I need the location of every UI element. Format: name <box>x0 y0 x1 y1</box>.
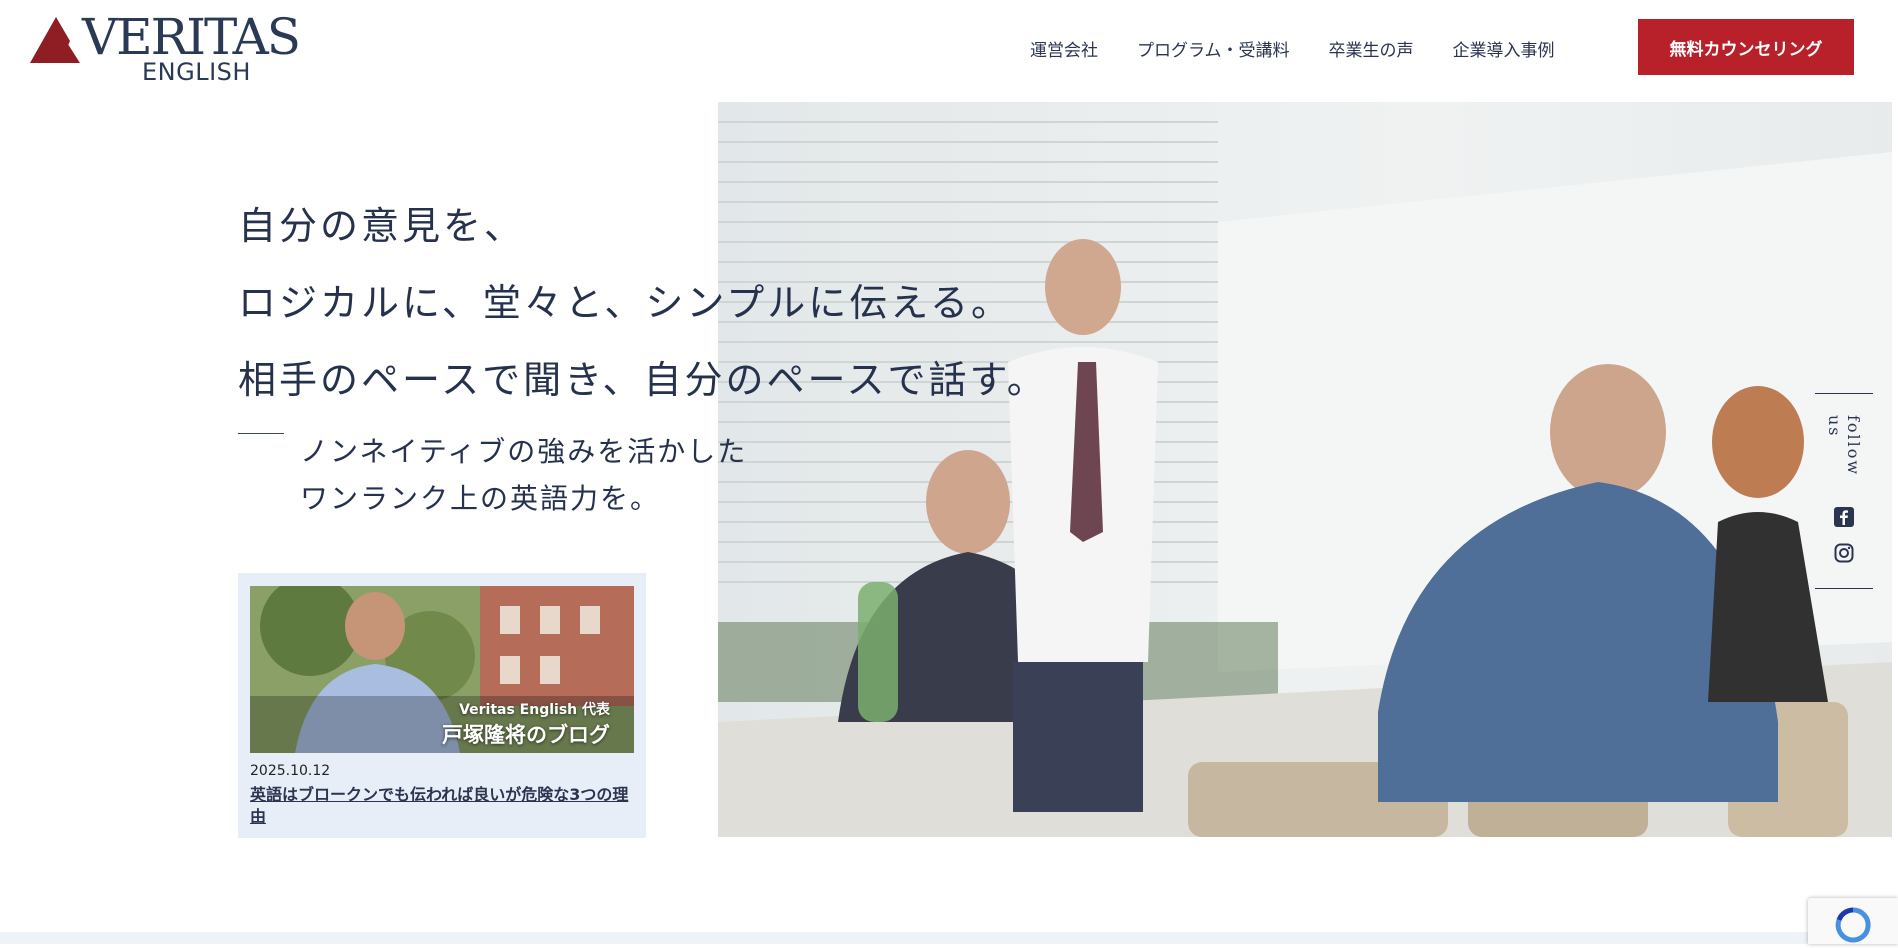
recaptcha-badge[interactable] <box>1808 898 1898 944</box>
nav-program-fees[interactable]: プログラム・受講料 <box>1137 36 1290 61</box>
nav-testimonials[interactable]: 卒業生の声 <box>1329 36 1414 61</box>
veritas-english-logo[interactable]: VERITAS ENGLISH <box>30 8 301 88</box>
nav-company[interactable]: 運営会社 <box>1030 36 1098 61</box>
free-counseling-button[interactable]: 無料カウンセリング <box>1638 19 1854 75</box>
follow-top-rule <box>1815 393 1873 394</box>
follow-us-panel: follow us <box>1815 393 1873 589</box>
logo-wordmark: VERITAS <box>82 8 301 66</box>
blog-card[interactable]: Veritas English 代表 戸塚隆将のブログ 2025.10.12 英… <box>238 573 646 838</box>
hero-headline: 自分の意見を、 ロジカルに、堂々と、シンプルに伝える。 相手のペースで聞き、自分… <box>238 188 1048 419</box>
blog-caption-author-title: Veritas English 代表 <box>459 702 610 718</box>
headline-line-1: 自分の意見を、 <box>238 204 526 248</box>
nav-corporate-cases[interactable]: 企業導入事例 <box>1453 36 1555 61</box>
subhead-dash <box>238 433 284 434</box>
subhead-line-1: ノンネイティブの強みを活かした <box>300 435 748 468</box>
headline-line-2: ロジカルに、堂々と、シンプルに伝える。 <box>238 281 1013 325</box>
headline-line-3: 相手のペースで聞き、自分のペースで話す。 <box>238 358 1048 402</box>
logo-mark-icon <box>30 17 80 63</box>
follow-bottom-rule <box>1815 588 1873 589</box>
main-nav: 運営会社 プログラム・受講料 卒業生の声 企業導入事例 <box>1030 36 1594 61</box>
hero-subheadline: ノンネイティブの強みを活かした ワンランク上の英語力を。 <box>300 428 747 522</box>
subhead-line-2: ワンランク上の英語力を。 <box>300 482 661 515</box>
instagram-icon[interactable] <box>1834 543 1854 563</box>
blog-post-link[interactable]: 英語はブロークンでも伝われば良いが危険な3つの理由 <box>250 784 638 828</box>
logo-subtitle: ENGLISH <box>142 58 251 86</box>
blog-caption-title: 戸塚隆将のブログ <box>442 723 610 747</box>
recaptcha-icon <box>1835 907 1871 943</box>
next-section-band <box>0 932 1898 944</box>
follow-us-label: follow us <box>1825 415 1863 477</box>
blog-post-date: 2025.10.12 <box>250 763 331 779</box>
facebook-icon[interactable] <box>1834 507 1854 527</box>
blog-thumbnail[interactable]: Veritas English 代表 戸塚隆将のブログ <box>250 586 634 753</box>
